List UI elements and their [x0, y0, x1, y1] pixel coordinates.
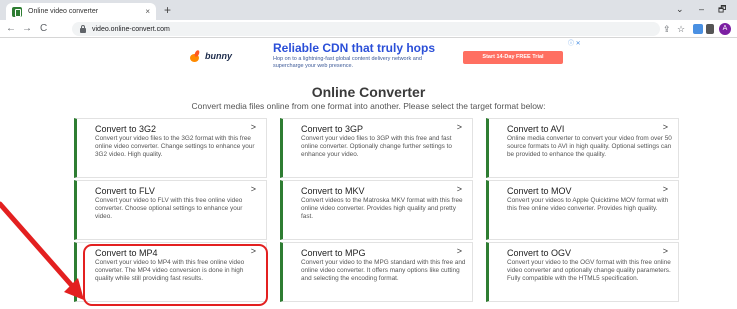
back-button[interactable]: ← — [6, 22, 16, 35]
chevron-right-icon: > — [250, 184, 256, 194]
lock-icon[interactable] — [80, 24, 86, 33]
profile-avatar[interactable]: A — [719, 23, 731, 35]
share-icon[interactable]: ⇪ — [663, 23, 671, 35]
card-description: Convert videos to the Matroska MKV forma… — [301, 197, 463, 220]
card-convert-mkv[interactable]: Convert to MKV > Convert videos to the M… — [280, 180, 473, 240]
restore-button[interactable]: 🗗 — [718, 3, 726, 15]
card-convert-mpg[interactable]: Convert to MPG > Convert your video to t… — [280, 242, 473, 302]
browser-tab[interactable]: Online video converter × — [6, 3, 156, 20]
card-title[interactable]: Convert to OGV — [507, 248, 571, 258]
ad-banner[interactable]: bunny Reliable CDN that truly hops Hop o… — [176, 38, 584, 76]
chevron-right-icon: > — [456, 122, 462, 132]
minimize-button[interactable]: ‒ — [699, 3, 704, 15]
card-convert-avi[interactable]: Convert to AVI > Online media converter … — [486, 118, 679, 178]
ad-logo: bunny — [190, 50, 232, 62]
card-title[interactable]: Convert to AVI — [507, 124, 564, 134]
card-title[interactable]: Convert to MPG — [301, 248, 366, 258]
card-title[interactable]: Convert to MKV — [301, 186, 365, 196]
card-description: Convert your video to FLV with this free… — [95, 197, 243, 220]
card-convert-flv[interactable]: Convert to FLV > Convert your video to F… — [74, 180, 267, 240]
card-title[interactable]: Convert to 3GP — [301, 124, 363, 134]
card-title[interactable]: Convert to 3G2 — [95, 124, 156, 134]
site-favicon-icon — [12, 6, 22, 17]
card-convert-3gp[interactable]: Convert to 3GP > Convert your video file… — [280, 118, 473, 178]
card-title[interactable]: Convert to MOV — [507, 186, 572, 196]
forward-button[interactable]: → — [22, 22, 32, 35]
chevron-right-icon: > — [662, 122, 668, 132]
annotation-arrow-icon — [0, 201, 84, 300]
card-title[interactable]: Convert to FLV — [95, 186, 155, 196]
browser-tab-bar: Online video converter × + ⌄ ‒ 🗗 — [0, 0, 737, 20]
card-description: Convert your videos to Apple Quicktime M… — [507, 197, 669, 212]
highlight-box — [83, 244, 268, 306]
card-description: Online media converter to convert your v… — [507, 135, 672, 158]
chevron-right-icon: > — [456, 184, 462, 194]
page-title: Online Converter — [311, 84, 426, 100]
card-convert-mov[interactable]: Convert to MOV > Convert your videos to … — [486, 180, 679, 240]
chevron-right-icon: > — [456, 246, 462, 256]
card-description: Convert your video to the MPG standard w… — [301, 259, 466, 282]
extension-icon[interactable] — [693, 24, 703, 34]
card-description: Convert your video to the OGV format wit… — [507, 259, 671, 282]
ad-cta-button[interactable]: Start 14-Day FREE Trial — [463, 51, 563, 64]
new-tab-button[interactable]: + — [164, 3, 171, 17]
card-description: Convert your video files to the 3G2 form… — [95, 135, 255, 158]
bunny-logo-icon — [190, 50, 202, 62]
ad-brand: bunny — [205, 51, 232, 61]
extensions-puzzle-icon[interactable] — [706, 24, 714, 34]
page-subtitle: Convert media files online from one form… — [191, 101, 546, 111]
chevron-right-icon: > — [662, 184, 668, 194]
browser-toolbar: ← → C video.online-convert.com ⇪ ☆ A — [0, 20, 737, 38]
tab-title: Online video converter — [28, 8, 99, 15]
url-text[interactable]: video.online-convert.com — [92, 26, 170, 33]
card-description: Convert your video files to 3GP with thi… — [301, 135, 452, 158]
ad-title: Reliable CDN that truly hops — [273, 41, 436, 55]
address-bar[interactable]: video.online-convert.com — [72, 22, 660, 36]
ad-text: Hop on to a lightning-fast global conten… — [273, 56, 422, 69]
card-convert-ogv[interactable]: Convert to OGV > Convert your video to t… — [486, 242, 679, 302]
card-convert-3g2[interactable]: Convert to 3G2 > Convert your video file… — [74, 118, 267, 178]
chevron-right-icon: > — [662, 246, 668, 256]
tab-close-icon[interactable]: × — [145, 7, 150, 16]
reload-button[interactable]: C — [40, 22, 47, 35]
chevron-right-icon: > — [250, 122, 256, 132]
bookmark-star-icon[interactable]: ☆ — [677, 23, 685, 35]
ad-choices-icon[interactable]: ⓘ ✕ — [568, 38, 581, 47]
tab-search-icon[interactable]: ⌄ — [676, 3, 684, 15]
